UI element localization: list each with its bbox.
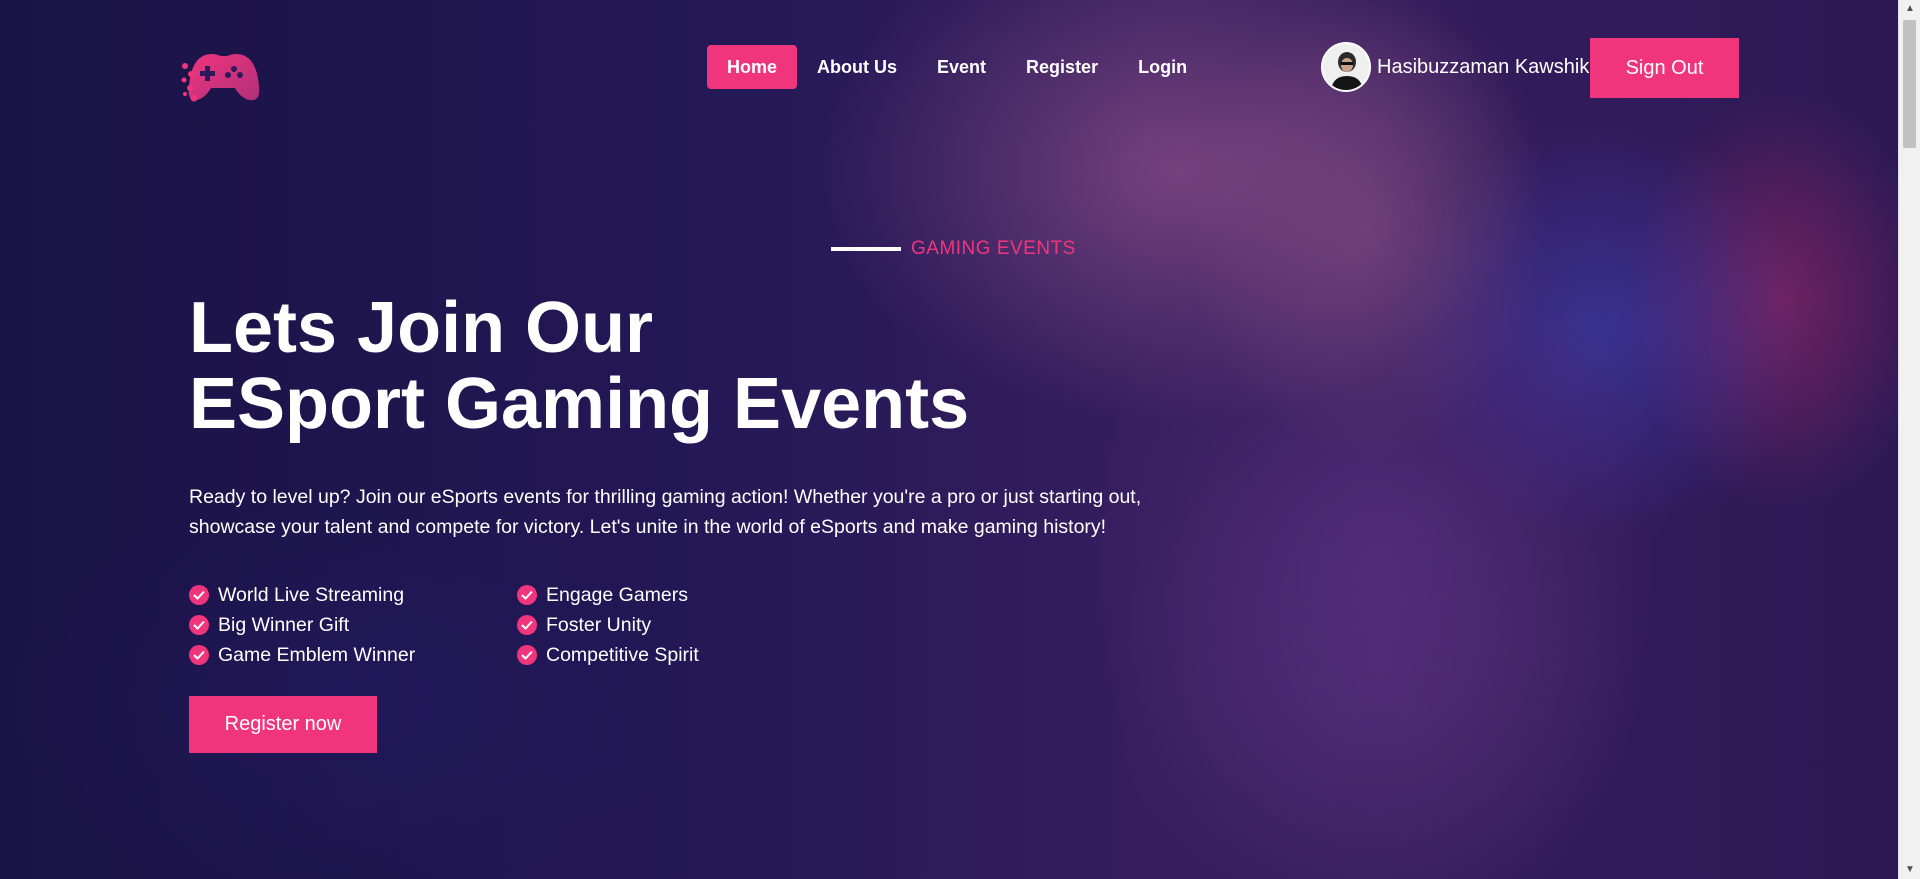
register-now-button[interactable]: Register now: [189, 696, 377, 753]
feature-item: Foster Unity: [517, 613, 767, 637]
user-profile[interactable]: Hasibuzzaman Kawshik: [1321, 42, 1589, 92]
hero-title-line1: Lets Join Our: [189, 288, 654, 368]
feature-item: Competitive Spirit: [517, 643, 767, 667]
avatar-photo: [1323, 44, 1369, 90]
hero-title: Lets Join Our ESport Gaming Events: [189, 290, 969, 442]
feature-text: Game Emblem Winner: [218, 643, 416, 666]
feature-text: Engage Gamers: [546, 583, 688, 606]
feature-item: Game Emblem Winner: [189, 643, 517, 667]
check-circle-icon: [189, 585, 209, 605]
check-circle-icon: [189, 645, 209, 665]
hero-description: Ready to level up? Join our eSports even…: [189, 486, 1142, 538]
check-circle-icon: [517, 645, 537, 665]
user-name: Hasibuzzaman Kawshik: [1377, 55, 1590, 78]
feature-text: Foster Unity: [546, 613, 652, 636]
feature-text: Big Winner Gift: [218, 613, 350, 636]
scroll-thumb[interactable]: [1903, 20, 1916, 148]
nav-register[interactable]: Register: [1006, 45, 1118, 89]
avatar[interactable]: [1321, 42, 1371, 92]
feature-list: World Live Streaming Engage Gamers Big W…: [189, 583, 767, 667]
hero-title-line2: ESport Gaming Events: [189, 364, 970, 444]
nav-about-us[interactable]: About Us: [797, 45, 917, 89]
eyebrow-line: [831, 247, 901, 251]
feature-text: Competitive Spirit: [546, 643, 699, 666]
nav-home[interactable]: Home: [707, 45, 798, 89]
feature-item: Engage Gamers: [517, 583, 767, 607]
feature-text: World Live Streaming: [218, 583, 405, 606]
nav-login[interactable]: Login: [1118, 45, 1207, 89]
feature-item: World Live Streaming: [189, 583, 517, 607]
scrollbar[interactable]: ▲ ▼: [1898, 0, 1920, 879]
page: Home About Us Event Register Login Hasib…: [0, 0, 1920, 879]
nav-event[interactable]: Event: [917, 45, 1006, 89]
eyebrow-text: GAMING EVENTS: [911, 238, 1076, 259]
check-circle-icon: [189, 615, 209, 635]
feature-item: Big Winner Gift: [189, 613, 517, 637]
sign-out-button[interactable]: Sign Out: [1590, 38, 1739, 98]
check-circle-icon: [517, 615, 537, 635]
scroll-down-arrow-icon[interactable]: ▼: [1899, 861, 1920, 879]
gamepad-icon: [181, 54, 260, 102]
check-circle-icon: [517, 585, 537, 605]
gamepad-logo[interactable]: [181, 50, 263, 108]
scroll-up-arrow-icon[interactable]: ▲: [1899, 0, 1920, 18]
main-nav: Home About Us Event Register Login: [707, 45, 1207, 89]
eyebrow: GAMING EVENTS: [831, 238, 1076, 260]
